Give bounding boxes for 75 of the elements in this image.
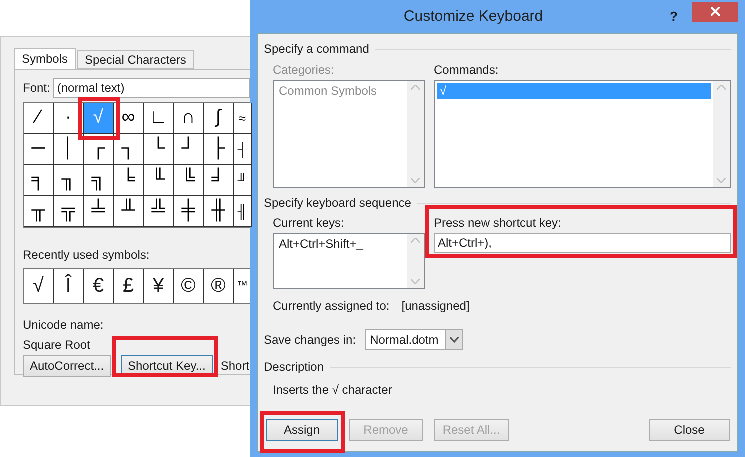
dialog-button[interactable]: AutoCorrect... [23, 355, 112, 377]
current-keys-label: Current keys: [273, 216, 346, 230]
recent-symbol-cell[interactable]: £ [114, 269, 144, 303]
scroll-down-icon[interactable] [717, 178, 726, 183]
symbol-cell[interactable]: ╚ [174, 165, 204, 196]
symbol-cell[interactable]: ╗ [84, 165, 114, 196]
symbol-cell[interactable]: ┤ [234, 134, 252, 165]
scroll-down-icon[interactable] [411, 178, 420, 183]
assigned-label: Currently assigned to: [273, 299, 390, 313]
symbol-cell[interactable]: ╩ [144, 196, 174, 227]
scroll-up-icon[interactable] [411, 238, 420, 243]
window-title: Customize Keyboard [402, 8, 544, 25]
recent-symbol-cell[interactable]: © [174, 269, 204, 303]
symbol-cell[interactable]: ╙ [144, 165, 174, 196]
font-label: Font: [23, 81, 50, 95]
symbol-cell[interactable]: ╘ [114, 165, 144, 196]
tab[interactable]: Special Characters [77, 50, 194, 69]
symbol-cell[interactable]: └ [144, 134, 174, 165]
symbol-cell[interactable]: ╛ [204, 165, 234, 196]
font-select[interactable]: (normal text) [53, 78, 250, 98]
list-label: Categories: [273, 63, 336, 77]
dialog-button[interactable]: Assign [266, 419, 338, 441]
symbol-cell[interactable]: ╢ [234, 196, 252, 227]
symbol-cell[interactable]: ∫ [204, 103, 234, 134]
symbol-cell[interactable]: ─ [24, 134, 54, 165]
symbol-cell[interactable]: ╪ [174, 196, 204, 227]
scroll-up-icon[interactable] [717, 85, 726, 90]
symbol-cell[interactable]: ╖ [54, 165, 84, 196]
list-label: Commands: [434, 63, 500, 77]
list-item[interactable]: Alt+Ctrl+Shift+_ [276, 236, 405, 252]
symbol-cell[interactable]: ╦ [54, 196, 84, 227]
symbol-cell[interactable]: ╫ [204, 196, 234, 227]
symbol-cell[interactable]: ╨ [114, 196, 144, 227]
recent-symbol-cell[interactable]: € [84, 269, 114, 303]
symbol-cell[interactable]: · [54, 103, 84, 134]
symbol-cell[interactable]: ┘ [174, 134, 204, 165]
unicode-name-label: Unicode name: [23, 318, 104, 332]
symbol-cell[interactable]: ╥ [24, 196, 54, 227]
symbol-cell[interactable]: ┌ [84, 134, 114, 165]
help-button[interactable]: ? [670, 9, 678, 24]
scroll-down-icon[interactable] [411, 279, 420, 284]
symbol-cell[interactable]: ╧ [84, 196, 114, 227]
symbol-cell[interactable]: ╜ [234, 165, 252, 196]
symbol-cell[interactable]: ┐ [114, 134, 144, 165]
shortcut-key-text: Short [220, 359, 250, 373]
recent-symbols-label: Recently used symbols: [23, 248, 150, 262]
scroll-up-icon[interactable] [411, 85, 420, 90]
description-text: Inserts the √ character [273, 383, 392, 397]
symbol-cell[interactable]: ├ [204, 134, 234, 165]
recent-symbol-cell[interactable]: Î [54, 269, 84, 303]
recent-symbol-cell[interactable]: ¥ [144, 269, 174, 303]
recent-symbol-cell[interactable]: ® [204, 269, 234, 303]
symbol-cell[interactable]: ∟ [144, 103, 174, 134]
symbol-cell[interactable]: ∞ [114, 103, 144, 134]
section-heading: Description [264, 360, 324, 374]
symbol-cell[interactable]: ≈ [234, 103, 252, 134]
recent-symbol-cell[interactable]: √ [24, 269, 54, 303]
current-keys-list[interactable]: Alt+Ctrl+Shift+_ [273, 233, 425, 289]
section-heading: Specify keyboard sequence [264, 196, 412, 210]
tab[interactable]: Symbols [14, 48, 76, 69]
assigned-value: [unassigned] [402, 299, 470, 313]
close-button[interactable] [692, 2, 738, 22]
symbol-cell[interactable]: ∩ [174, 103, 204, 134]
symbol-cell[interactable]: │ [54, 134, 84, 165]
save-changes-select[interactable]: Normal.dotm [365, 329, 464, 350]
dialog-button[interactable]: Close [649, 419, 730, 441]
unicode-name: Square Root [23, 338, 90, 352]
shortcut-key-field[interactable]: Alt+Ctrl+), [434, 233, 731, 253]
symbol-cell[interactable]: ╕ [24, 165, 54, 196]
section-heading: Specify a command [264, 42, 370, 56]
new-shortcut-label: Press new shortcut key: [434, 216, 562, 230]
dropdown-caret-icon[interactable] [450, 336, 459, 342]
symbol-cell[interactable]: ⁄ [24, 103, 54, 134]
close-icon [710, 7, 720, 16]
save-changes-label: Save changes in: [264, 332, 356, 346]
